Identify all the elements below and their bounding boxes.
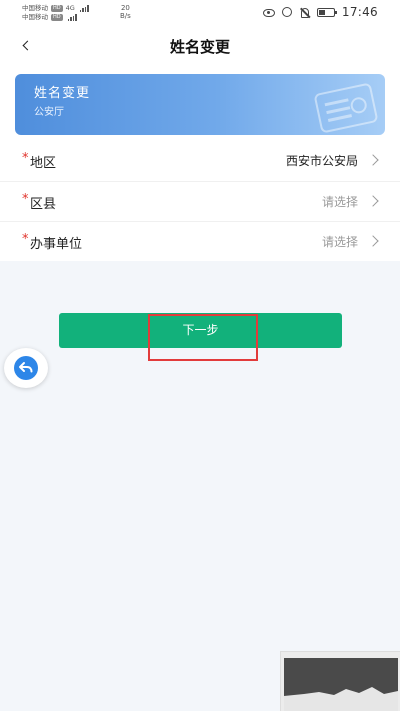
- preview-thumbnail: [280, 651, 400, 711]
- chevron-right-icon: [367, 235, 379, 247]
- network-speed: 20 B/s: [120, 4, 131, 20]
- carrier-2-name: 中国移动: [22, 13, 48, 21]
- form-row-region[interactable]: * 地区 西安市公安局: [0, 141, 400, 181]
- clock: 17:46: [341, 5, 378, 19]
- status-icons: 17:46: [262, 5, 378, 19]
- row-label: 地区: [30, 156, 57, 171]
- return-arrow-icon: [14, 356, 38, 380]
- battery-level: [318, 9, 326, 15]
- signal-icon: [67, 14, 77, 21]
- chevron-right-icon: [367, 154, 379, 166]
- speed-value: 20: [120, 4, 130, 12]
- speed-unit: B/s: [120, 12, 131, 20]
- eye-icon: [262, 8, 275, 17]
- required-mark: *: [22, 232, 29, 247]
- selection-form: * 地区 西安市公安局 * 区县 请选择 * 办事单位 请选择: [0, 141, 400, 261]
- form-row-office[interactable]: * 办事单位 请选择: [0, 221, 400, 261]
- floating-return-button[interactable]: [4, 348, 48, 388]
- network-type: 4G: [65, 4, 75, 12]
- chevron-right-icon: [367, 195, 379, 207]
- row-value: 请选择: [321, 235, 358, 249]
- carrier-1-name: 中国移动: [22, 4, 48, 12]
- service-banner: 姓名变更 公安厅: [15, 74, 385, 135]
- battery-icon: [316, 7, 337, 17]
- next-step-button[interactable]: 下一步: [59, 313, 342, 348]
- thumbnail-image: [284, 687, 398, 711]
- signal-icon: [79, 5, 89, 12]
- id-card-icon: [313, 82, 379, 134]
- banner-title: 姓名变更: [34, 86, 91, 101]
- required-mark: *: [22, 192, 29, 207]
- row-value: 西安市公安局: [285, 154, 358, 168]
- carrier-2-hd-badge: HD: [51, 14, 63, 21]
- status-bar: 中国移动 HD 4G 中国移动 HD 20 B/s 17:46: [0, 0, 400, 26]
- row-value: 请选择: [321, 195, 358, 209]
- page-title: 姓名变更: [169, 38, 230, 56]
- mute-icon: [299, 7, 310, 18]
- row-label: 区县: [30, 197, 57, 212]
- banner-subtitle: 公安厅: [34, 107, 64, 118]
- row-label: 办事单位: [30, 237, 83, 252]
- nav-bar: 姓名变更: [0, 26, 400, 66]
- carrier-info: 中国移动 HD 4G 中国移动 HD: [22, 4, 89, 22]
- required-mark: *: [22, 151, 29, 166]
- alarm-icon: [281, 7, 292, 17]
- form-row-district[interactable]: * 区县 请选择: [0, 181, 400, 221]
- carrier-1-hd-badge: HD: [51, 5, 63, 12]
